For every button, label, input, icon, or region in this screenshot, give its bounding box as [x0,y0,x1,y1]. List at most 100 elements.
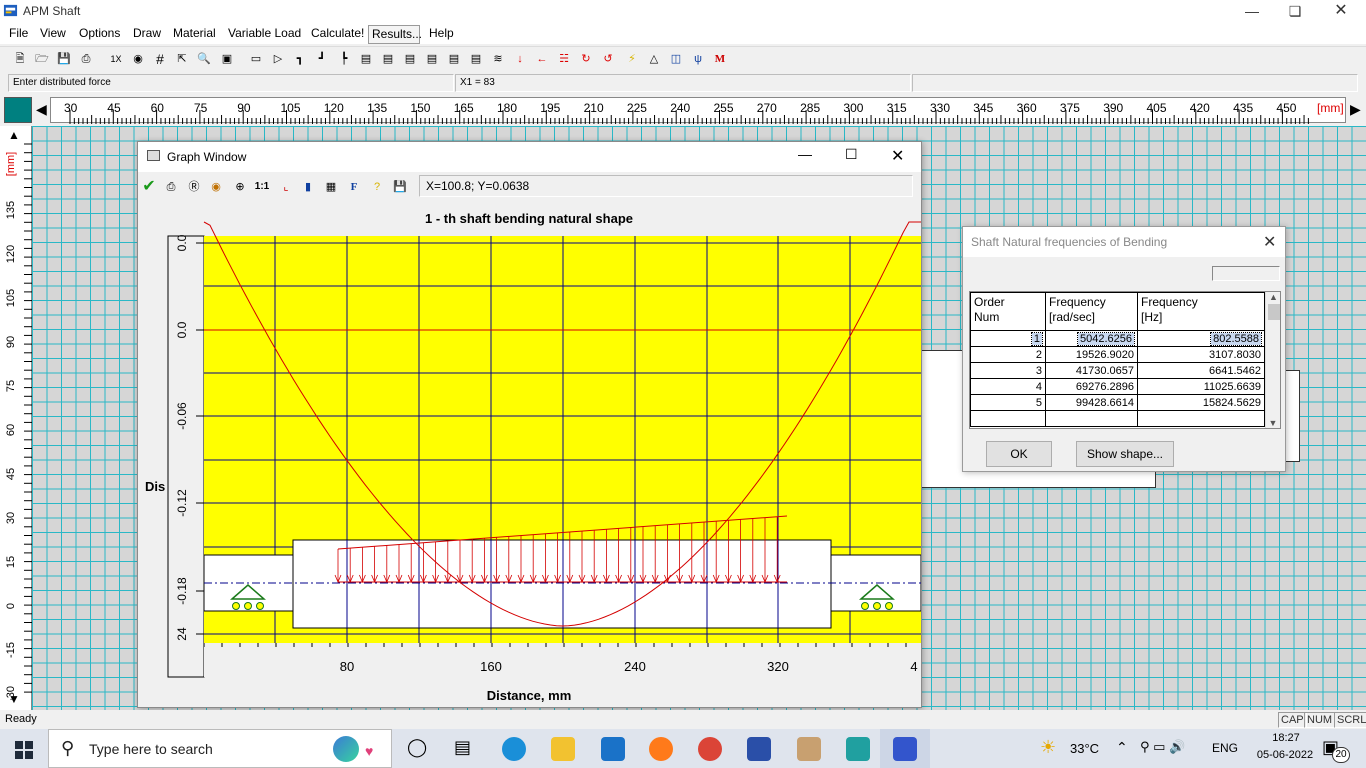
firefox-icon[interactable] [649,737,673,761]
vertical-ruler-label: 0 [5,603,17,609]
app-icon-teal[interactable] [846,737,870,761]
graph-save-icon[interactable]: 💾 [391,178,409,196]
material-icon[interactable]: ◉ [130,51,146,67]
graph-minimize-button[interactable]: — [798,146,812,162]
scroll-down-icon[interactable]: ▼ [8,692,20,706]
support-icon[interactable]: ≋ [490,51,506,67]
menu-results[interactable]: Results... [368,25,422,44]
moment-m-icon[interactable]: M [712,51,728,67]
distributed-force-icon[interactable]: ☵ [556,51,572,67]
menu-options[interactable]: Options [79,26,120,40]
frame-icon[interactable]: ▣ [219,51,235,67]
font-button[interactable]: F [345,178,363,196]
shoulder-icon[interactable]: ┓ [292,51,308,67]
grid-icon[interactable]: # [152,51,168,67]
groove-icon[interactable]: ┛ [314,51,330,67]
open-file-icon[interactable]: 🗁 [34,51,50,67]
stiffness-icon[interactable]: ψ [690,51,706,67]
mail-icon[interactable] [601,737,625,761]
lightning-icon[interactable]: ⚡ [624,51,640,67]
scroll-left-icon[interactable]: ◀ [36,101,47,118]
scrollbar-thumb[interactable] [1267,304,1280,320]
bending-moment-icon[interactable]: ↻ [578,51,594,67]
tray-chevron-icon[interactable]: ⌃ [1116,739,1128,756]
thread-icon[interactable]: ┡ [336,51,352,67]
zoom-icon[interactable]: 🔍 [196,51,212,67]
chrome-icon[interactable] [698,737,722,761]
scale-one-to-one-button[interactable]: 1:1 [253,178,271,196]
zoom-1x-button[interactable]: 1X [106,51,126,67]
paint-icon[interactable] [797,737,821,761]
pointer-icon[interactable]: ⇱ [174,51,190,67]
table-scrollbar[interactable]: ▲ ▼ [1265,292,1280,428]
file-explorer-icon[interactable] [551,737,575,761]
accept-check-icon[interactable]: ✔ [140,178,158,196]
grid-view-icon[interactable]: ▦ [322,178,340,196]
show-shape-button[interactable]: Show shape... [1076,441,1174,467]
menu-help[interactable]: Help [429,26,454,40]
frequency-row[interactable]: 2 19526.9020 3107.8030 [970,346,1265,363]
ok-button[interactable]: OK [986,441,1052,467]
cylinder-section-icon[interactable]: ▭ [248,51,264,67]
menu-file[interactable]: File [9,26,28,40]
axial-force-icon[interactable]: ← [534,51,550,67]
graph-print-icon[interactable]: ⎙ [162,178,180,196]
edge-browser-icon[interactable] [502,737,526,761]
weather-temp[interactable]: 33°C [1070,741,1099,756]
bore-icon[interactable]: ▤ [402,51,418,67]
scroll-right-icon[interactable]: ▶ [1350,101,1361,118]
graph-close-button[interactable]: ✕ [891,146,904,166]
help-icon[interactable]: ? [368,178,386,196]
cone-section-icon[interactable]: ▷ [270,51,286,67]
close-button[interactable]: ✕ [1318,0,1364,24]
copy-graph-icon[interactable]: Ⓡ [185,178,203,196]
graph-window[interactable]: Graph Window — ☐ ✕ ✔ ⎙ Ⓡ ◉ ⊕ 1:1 ⌞ ▮ ▦ F… [137,141,922,708]
scroll-down-icon[interactable]: ▼ [1266,418,1280,428]
spline-icon[interactable]: ▤ [380,51,396,67]
menu-calculate[interactable]: Calculate! [311,26,364,40]
frequency-table-container[interactable]: Order Num Frequency [rad/sec] Frequency [Hz… [969,291,1281,429]
scroll-up-icon[interactable]: ▲ [1266,292,1280,302]
menu-draw[interactable]: Draw [133,26,161,40]
tray-icons[interactable]: ⚲ ▭ 🔊 [1140,739,1185,755]
mass-icon[interactable]: ◫ [668,51,684,67]
bar-chart-icon[interactable]: ▮ [299,178,317,196]
menu-view[interactable]: View [40,26,66,40]
frequency-row[interactable]: 5 99428.6614 15824.5629 [970,394,1265,411]
chamfer-icon[interactable]: ▤ [424,51,440,67]
new-file-icon[interactable]: 🗎 [12,51,28,67]
gear-section-icon[interactable]: ▤ [468,51,484,67]
active-app-highlight[interactable] [880,729,930,768]
graph-maximize-button[interactable]: ☐ [845,146,858,163]
apm-shaft-taskbar-icon[interactable] [893,737,917,761]
graph-zoom-icon[interactable]: ⊕ [231,178,249,196]
menu-variable-load[interactable]: Variable Load [228,26,301,40]
keyway-icon[interactable]: ▤ [358,51,374,67]
dialog-close-button[interactable]: ✕ [1263,232,1276,252]
fillet-icon[interactable]: ▤ [446,51,462,67]
minimize-button[interactable]: — [1229,0,1275,24]
axes-icon[interactable]: ⌞ [277,178,295,196]
natural-frequencies-dialog[interactable]: Shaft Natural frequencies of Bending ✕ O… [962,226,1286,472]
widgets-icon[interactable]: ▤ [454,737,471,758]
restore-button[interactable]: ❏ [1272,0,1318,24]
palette-icon[interactable]: ◉ [207,178,225,196]
app-icon-blue[interactable] [747,737,771,761]
save-icon[interactable]: 💾 [56,51,72,67]
task-view-icon[interactable]: ◯ [407,737,427,758]
color-swatch[interactable] [4,97,32,123]
torque-icon[interactable]: ↺ [600,51,616,67]
clock-date[interactable]: 05-06-2022 [1248,749,1322,761]
radial-force-icon[interactable]: ↓ [512,51,528,67]
taskbar-search-box[interactable]: ⚲ Type here to search ♥ [48,729,392,768]
frequency-row[interactable]: 3 41730.0657 6641.5462 [970,362,1265,379]
input-language[interactable]: ENG [1212,741,1238,755]
print-icon[interactable]: ⎙ [78,51,94,67]
bearing-icon[interactable]: △ [646,51,662,67]
clock-time[interactable]: 18:27 [1262,732,1310,744]
order-cell: 3 [970,362,1046,379]
menu-material[interactable]: Material [173,26,216,40]
frequency-row[interactable]: 4 69276.2896 11025.6639 [970,378,1265,395]
frequency-row[interactable]: 1 5042.6256 802.5588 [970,330,1265,347]
windows-start-icon[interactable] [15,741,33,759]
